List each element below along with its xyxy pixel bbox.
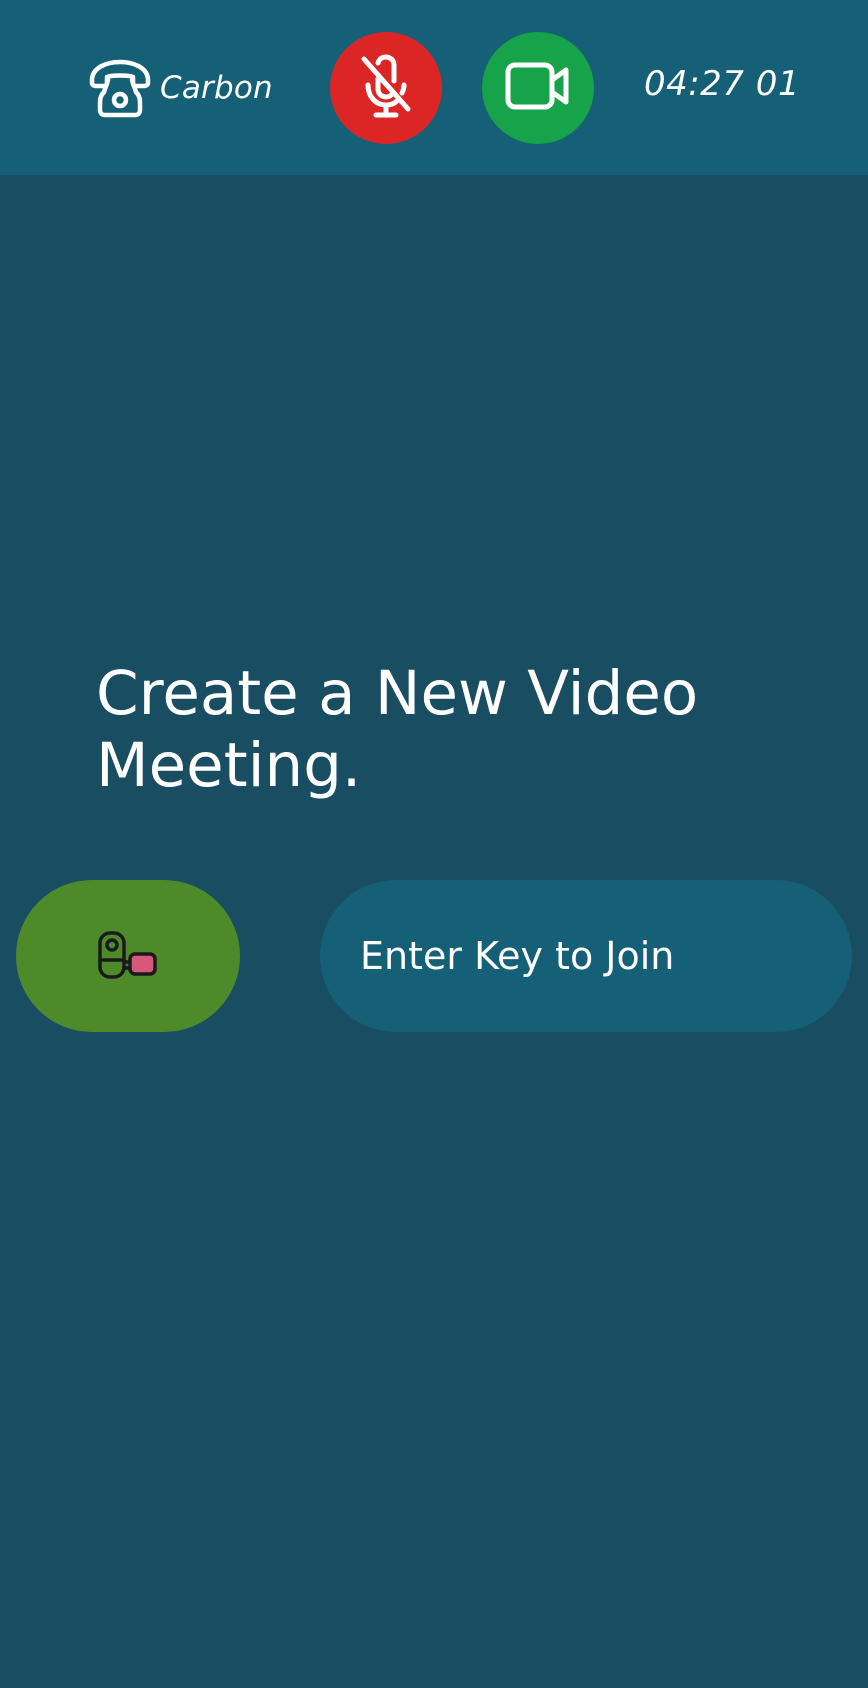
call-timer: 04:27 01 (643, 64, 800, 104)
microphone-off-icon (356, 53, 416, 123)
video-camera-icon (504, 60, 572, 116)
top-bar: Carbon 04:27 01 (0, 0, 868, 175)
new-meeting-button[interactable] (16, 880, 240, 1032)
brand: Carbon (86, 56, 273, 120)
mute-microphone-button[interactable] (330, 32, 442, 144)
brand-name: Carbon (160, 70, 273, 106)
toggle-camera-button[interactable] (482, 32, 594, 144)
camcorder-icon (97, 930, 159, 983)
page-title: Create a New Video Meeting. (96, 658, 699, 801)
meeting-key-input[interactable]: Enter Key to Join (320, 880, 852, 1032)
meeting-key-placeholder: Enter Key to Join (360, 934, 675, 978)
telephone-icon (86, 58, 154, 118)
